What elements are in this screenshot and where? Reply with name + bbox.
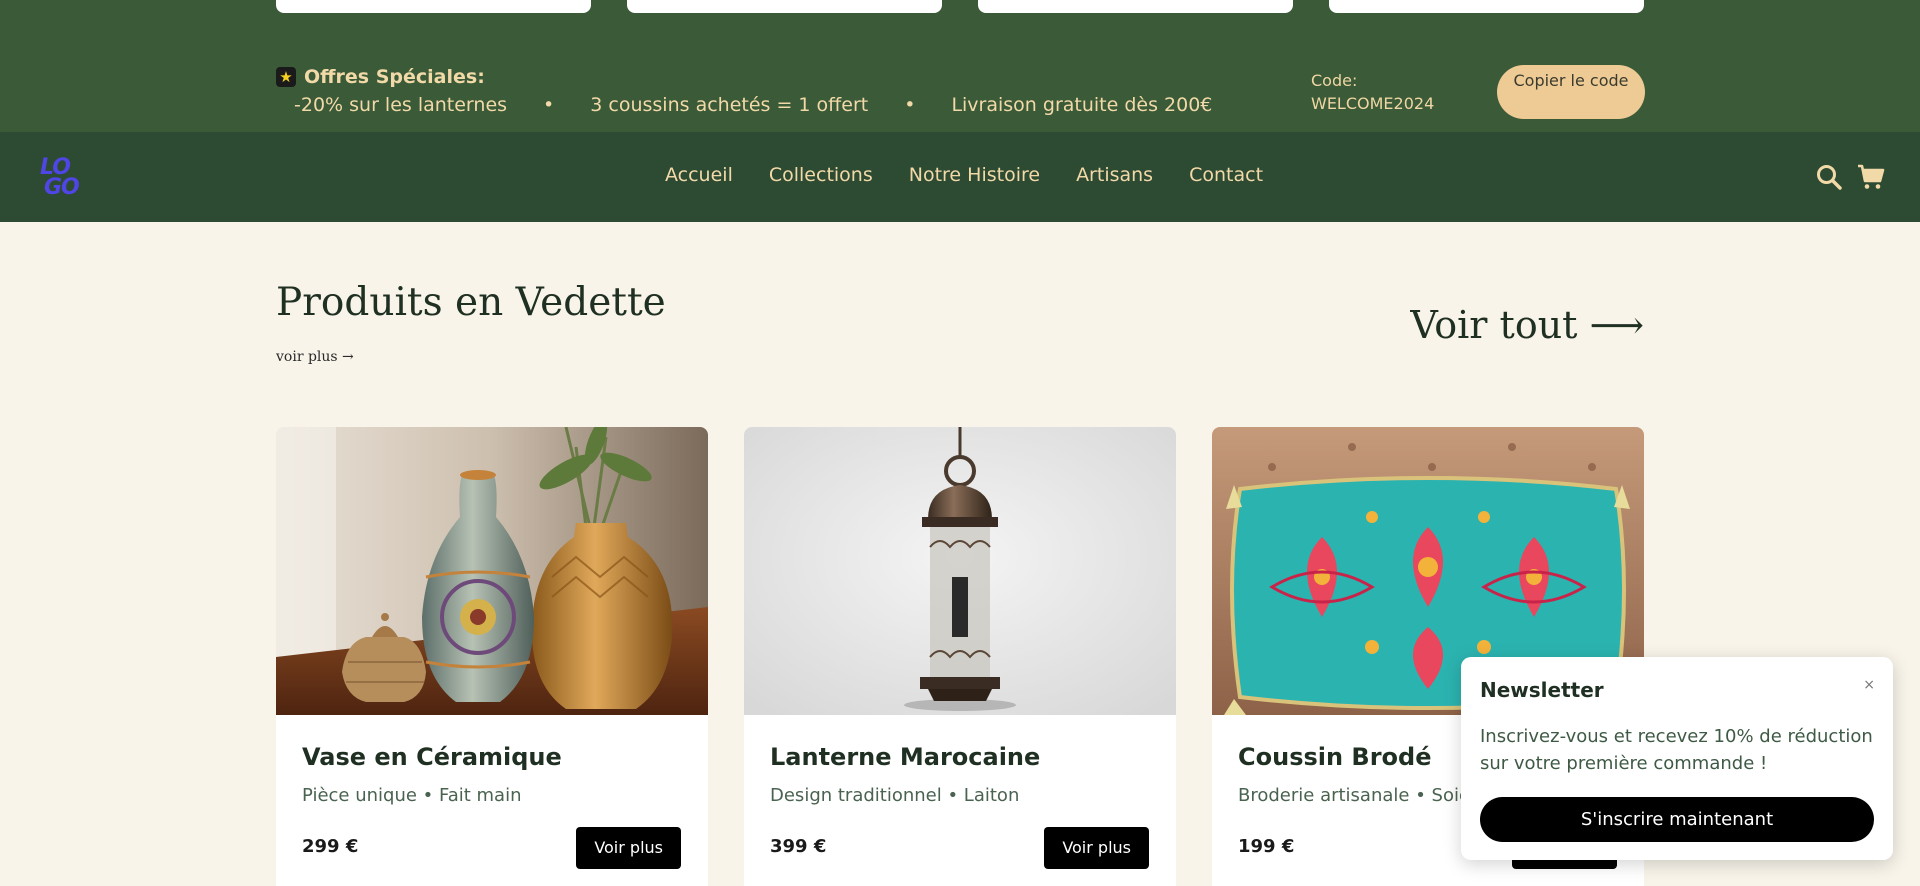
newsletter-text: Inscrivez-vous et recevez 10% de réducti…: [1480, 726, 1873, 774]
search-icon[interactable]: [1815, 163, 1843, 191]
product-price: 199 €: [1238, 836, 1295, 857]
nav-links: Accueil Collections Notre Histoire Artis…: [665, 164, 1263, 186]
product-name: Coussin Brodé: [1238, 743, 1432, 771]
newsletter-title: Newsletter: [1480, 678, 1604, 702]
newsletter-popup: Newsletter × Inscrivez-vous et recevez 1…: [1461, 657, 1893, 860]
promo-title: ★ Offres Spéciales:: [276, 66, 485, 88]
see-more-link[interactable]: voir plus →: [276, 349, 354, 365]
logo-text-bottom: GO: [44, 175, 80, 200]
nav-link-artisans[interactable]: Artisans: [1076, 164, 1153, 186]
view-more-button[interactable]: Voir plus: [1044, 827, 1149, 869]
promo-title-text: Offres Spéciales:: [304, 66, 485, 88]
product-image-lantern: [744, 427, 1176, 715]
copy-code-button[interactable]: Copier le code: [1497, 65, 1645, 119]
promo-banner: ★ Offres Spéciales: -20% sur les lantern…: [0, 0, 1920, 132]
see-all-link[interactable]: Voir tout ⟶: [1410, 303, 1644, 347]
product-card-lantern[interactable]: Lanterne Marocaine Design traditionnel •…: [744, 427, 1176, 886]
promo-code: Code: WELCOME2024: [1311, 69, 1434, 115]
card-top-edge: [978, 0, 1293, 13]
card-top-edge: [627, 0, 942, 13]
product-name: Vase en Céramique: [302, 743, 562, 771]
section-title: Produits en Vedette: [276, 280, 666, 325]
promo-code-value: WELCOME2024: [1311, 94, 1435, 113]
product-desc: Broderie artisanale • Soie: [1238, 785, 1471, 806]
star-icon: ★: [276, 67, 296, 87]
promo-offer: -20% sur les lanternes: [294, 94, 508, 116]
promo-separator: •: [543, 94, 555, 116]
promo-code-label: Code:: [1311, 71, 1358, 90]
logo[interactable]: LO GO: [38, 155, 90, 201]
product-price: 299 €: [302, 836, 359, 857]
nav-link-accueil[interactable]: Accueil: [665, 164, 733, 186]
nav-link-notre-histoire[interactable]: Notre Histoire: [909, 164, 1040, 186]
cart-icon[interactable]: [1857, 163, 1885, 191]
promo-offer: Livraison gratuite dès 200€: [951, 94, 1213, 116]
product-card-vase[interactable]: Vase en Céramique Pièce unique • Fait ma…: [276, 427, 708, 886]
card-top-edge: [1329, 0, 1644, 13]
product-image-vase: [276, 427, 708, 715]
card-top-edge: [276, 0, 591, 13]
product-price: 399 €: [770, 836, 827, 857]
promo-offer: 3 coussins achetés = 1 offert: [590, 94, 869, 116]
nav-link-contact[interactable]: Contact: [1189, 164, 1263, 186]
view-more-button[interactable]: Voir plus: [576, 827, 681, 869]
promo-offers: -20% sur les lanternes • 3 coussins ache…: [294, 94, 1212, 116]
close-icon[interactable]: ×: [1863, 677, 1875, 693]
product-desc: Pièce unique • Fait main: [302, 785, 522, 806]
promo-separator: •: [904, 94, 916, 116]
subscribe-button[interactable]: S'inscrire maintenant: [1480, 797, 1874, 842]
nav-link-collections[interactable]: Collections: [769, 164, 873, 186]
product-name: Lanterne Marocaine: [770, 743, 1041, 771]
product-desc: Design traditionnel • Laiton: [770, 785, 1020, 806]
